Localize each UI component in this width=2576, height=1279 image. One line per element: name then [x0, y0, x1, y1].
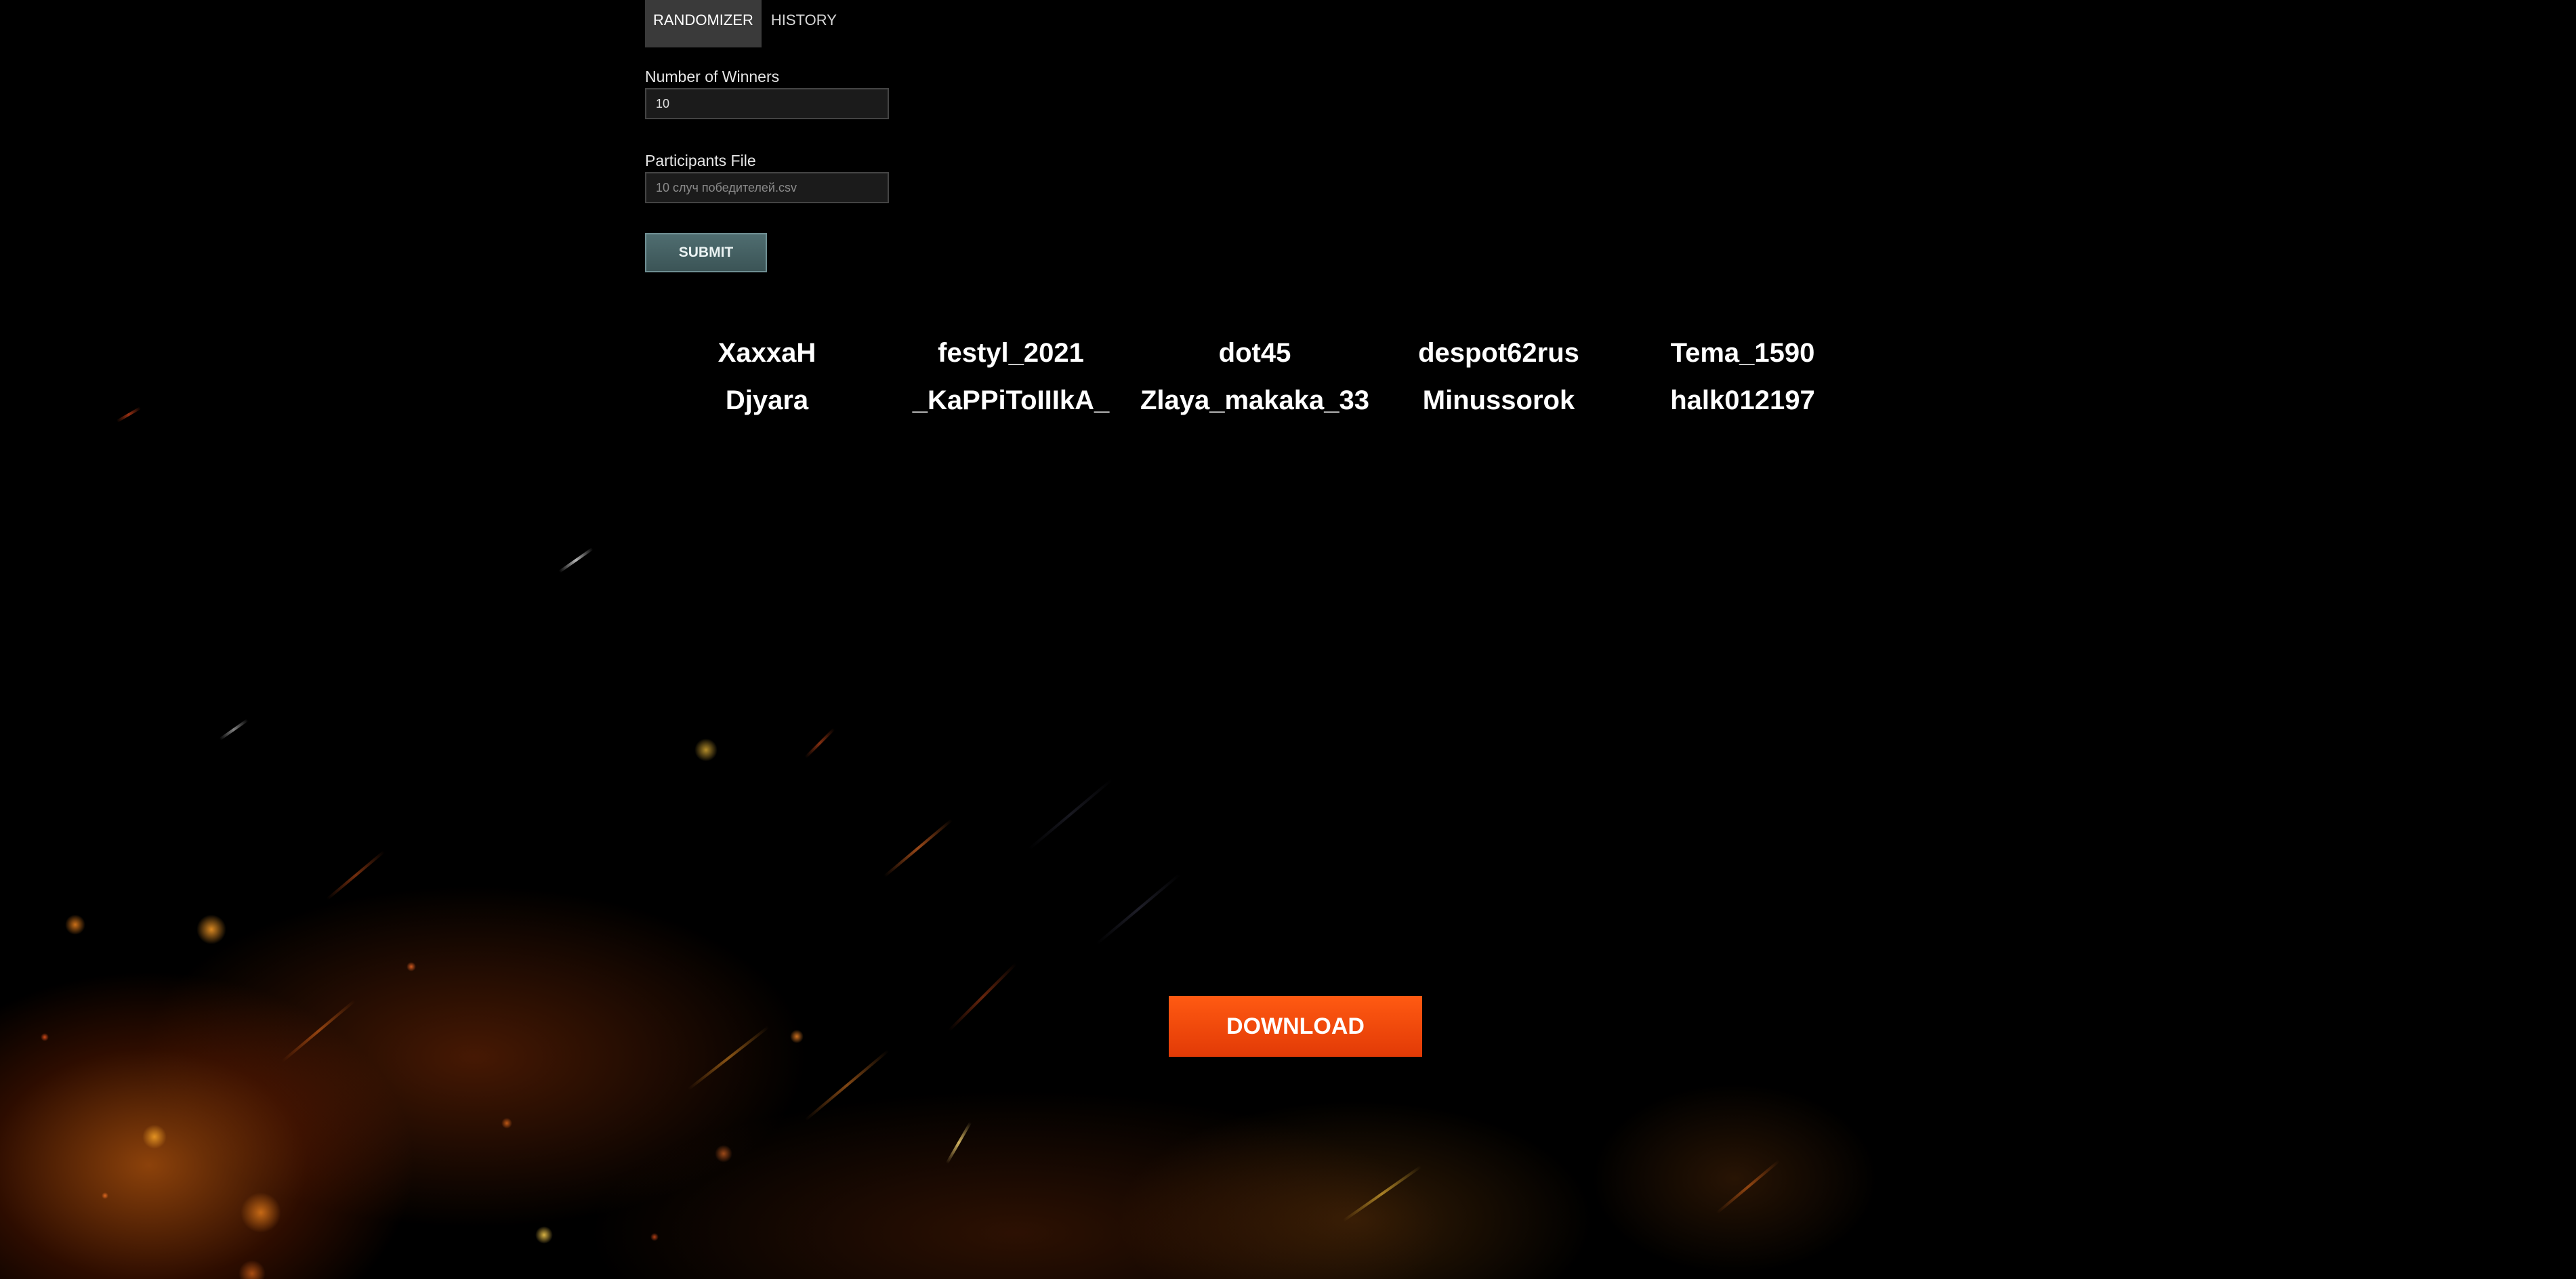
- spark-streak: [116, 406, 142, 423]
- spark-particle: [238, 1260, 266, 1279]
- participants-file-label: Participants File: [645, 152, 756, 169]
- spark-particle: [790, 1030, 804, 1043]
- spark-particle: [102, 1192, 108, 1199]
- spark-streak: [1716, 1159, 1781, 1215]
- submit-button[interactable]: SUBMIT: [645, 233, 767, 272]
- spark-particle: [715, 1145, 732, 1162]
- spark-particle: [535, 1226, 553, 1244]
- winners-count-input[interactable]: [645, 88, 889, 119]
- participants-file-input[interactable]: 10 случ победителей.csv: [645, 172, 889, 203]
- spark-particle: [196, 915, 226, 944]
- winner-name: festyl_2021: [938, 338, 1084, 368]
- tab-randomizer[interactable]: RANDOMIZER: [645, 0, 762, 47]
- spark-streak: [804, 1049, 890, 1121]
- spark-streak: [326, 850, 386, 900]
- winner-name: XaxxaH: [718, 338, 816, 368]
- spark-streak: [219, 719, 249, 740]
- winner-name: _KaPPiToIIIkA_: [912, 385, 1110, 415]
- winners-count-label: Number of Winners: [645, 68, 780, 85]
- background-fire-effect: [0, 0, 2576, 1279]
- spark-streak: [804, 728, 835, 759]
- spark-particle: [65, 915, 85, 935]
- download-button[interactable]: DOWNLOAD: [1169, 996, 1422, 1057]
- winner-name: dot45: [1218, 338, 1291, 368]
- spark-streak: [1342, 1165, 1422, 1222]
- spark-streak: [948, 963, 1017, 1032]
- spark-streak: [281, 999, 356, 1063]
- winner-name: halk012197: [1670, 385, 1815, 415]
- spark-streak: [1028, 778, 1113, 850]
- spark-particle: [694, 738, 718, 761]
- spark-particle: [41, 1033, 49, 1041]
- winner-name: Djyara: [725, 385, 809, 415]
- tab-history[interactable]: HISTORY: [762, 0, 856, 47]
- randomizer-page: RANDOMIZER HISTORY Number of Winners Par…: [0, 0, 2576, 1279]
- winner-name: Tema_1590: [1670, 338, 1815, 368]
- tab-bar: RANDOMIZER HISTORY: [645, 0, 856, 47]
- winner-name: despot62rus: [1418, 338, 1579, 368]
- spark-streak: [883, 818, 953, 878]
- spark-particle: [650, 1233, 659, 1241]
- spark-particle: [501, 1118, 512, 1129]
- spark-particle: [407, 962, 416, 971]
- winner-name: Minussorok: [1422, 385, 1575, 415]
- spark-particle: [142, 1125, 167, 1149]
- winner-name: Zlaya_makaka_33: [1140, 385, 1370, 415]
- spark-particle: [241, 1192, 281, 1233]
- spark-streak: [1096, 873, 1181, 945]
- spark-streak: [687, 1026, 770, 1091]
- spark-streak: [558, 547, 594, 573]
- winners-grid: XaxxaH festyl_2021 dot45 despot62rus Tem…: [645, 332, 1865, 427]
- spark-streak: [945, 1121, 972, 1165]
